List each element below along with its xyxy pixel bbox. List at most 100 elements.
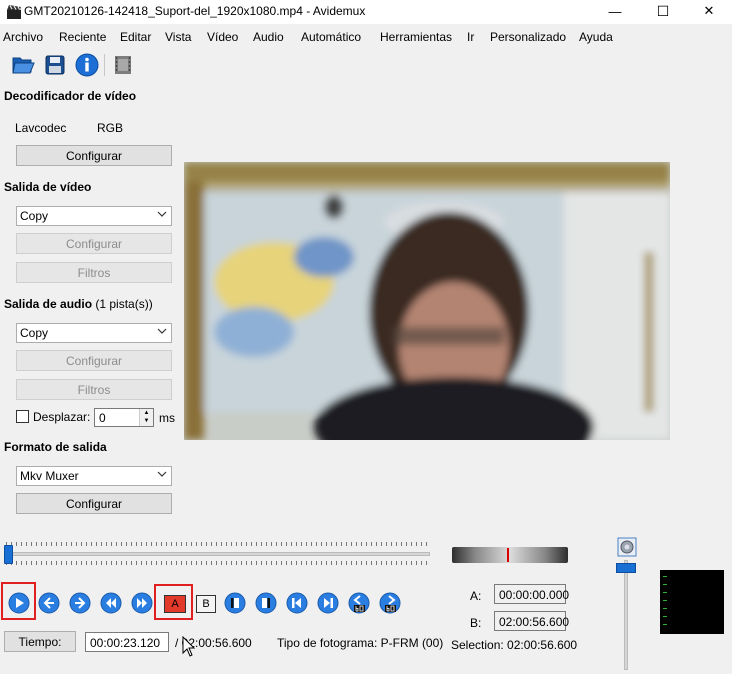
audio-filters-button[interactable]: Filtros [16,379,172,400]
audio-configure-button[interactable]: Configurar [16,350,172,371]
video-output-title: Salida de vídeo [4,180,92,194]
current-time-field[interactable]: 00:00:23.120 [85,632,169,652]
shift-checkbox[interactable] [16,410,29,423]
menu-herramientas[interactable]: Herramientas [380,28,452,44]
audio-codec-select[interactable]: Copy [16,323,172,343]
marker-b-value: 02:00:56.600 [494,611,569,631]
go-to-marker-a-icon [224,592,246,614]
set-marker-b-label: B [202,598,210,610]
window-title: GMT20210126-142418_Suport-del_1920x1080.… [24,4,366,18]
maximize-button[interactable]: ☐ [640,0,686,22]
audio-track-count: (1 pista(s)) [95,297,153,311]
video-configure-button[interactable]: Configurar [16,233,172,254]
jog-shuttle[interactable] [452,547,568,563]
audio-codec-value: Copy [20,326,49,340]
timeline-slider[interactable] [6,552,430,556]
open-folder-icon [12,57,35,74]
video-preview [184,162,670,440]
volume-slider[interactable] [624,560,628,670]
forward-60-icon [379,592,401,614]
fast-forward-button[interactable] [131,592,153,614]
timeline-ticks-bottom [6,561,430,565]
meter-tick [663,600,667,601]
menu-video[interactable]: Vídeo [207,28,238,44]
shift-label: Desplazar: [33,410,91,424]
title-bar: GMT20210126-142418_Suport-del_1920x1080.… [0,0,732,24]
toolbar-separator [104,54,105,76]
previous-keyframe-button[interactable] [286,592,308,614]
minimize-button[interactable]: — [592,0,638,22]
menu-ayuda[interactable]: Ayuda [579,28,613,44]
chevron-down-icon [157,211,167,217]
shift-unit: ms [159,411,175,425]
marker-a-value: 00:00:00.000 [494,584,569,604]
back-60-button[interactable] [348,592,370,614]
chevron-down-icon [157,471,167,477]
menu-vista[interactable]: Vista [165,28,191,44]
save-icon [45,55,65,75]
next-keyframe-button[interactable] [317,592,339,614]
play-highlight-box [1,582,36,620]
next-frame-button[interactable] [69,592,91,614]
audio-level-meter [660,570,724,634]
muxer-configure-button[interactable]: Configurar [16,493,172,514]
menu-archivo[interactable]: Archivo [3,28,43,44]
shift-value: 0 [99,411,106,425]
decoder-codec: Lavcodec [15,121,67,135]
decoder-colorspace: RGB [97,121,124,135]
volume-handle[interactable] [616,563,636,573]
meter-tick [663,616,667,617]
previous-frame-icon [38,592,60,614]
close-button[interactable]: ✕ [686,0,732,22]
menu-editar[interactable]: Editar [120,28,151,44]
muxer-select[interactable]: Mkv Muxer [16,466,172,486]
save-button[interactable] [42,52,68,78]
meter-tick [663,576,667,577]
menu-reciente[interactable]: Reciente [59,28,106,44]
video-codec-select[interactable]: Copy [16,206,172,226]
go-to-marker-b-icon [255,592,277,614]
shift-spinbox[interactable]: 0 ▲ ▼ [94,408,154,427]
marker-a-highlight-box [154,584,193,620]
next-frame-icon [69,592,91,614]
muxer-value: Mkv Muxer [20,469,79,483]
timeline-handle[interactable] [4,545,13,564]
marker-b-label: B: [470,616,482,630]
previous-keyframe-icon [286,592,308,614]
decoder-configure-button[interactable]: Configurar [16,145,172,166]
audio-output-title: Salida de audio (1 pista(s)) [4,297,153,311]
meter-tick [663,624,667,625]
meter-tick [663,608,667,609]
volume-icon[interactable] [617,537,637,557]
rewind-icon [100,592,122,614]
next-keyframe-icon [317,592,339,614]
toolbar [0,48,732,80]
output-format-title: Formato de salida [4,440,107,454]
previous-frame-button[interactable] [38,592,60,614]
video-codec-value: Copy [20,209,49,223]
time-button[interactable]: Tiempo: [4,631,76,652]
audio-output-title-text: Salida de audio [4,297,93,311]
video-properties-button[interactable] [110,52,136,78]
menu-personalizado[interactable]: Personalizado [490,28,566,44]
jog-marker [507,548,509,562]
spin-arrows-icon[interactable]: ▲ ▼ [139,409,153,426]
menu-bar: Archivo Reciente Editar Vista Vídeo Audi… [0,26,732,46]
video-decoder-title: Decodificador de vídeo [4,89,137,103]
forward-60-button[interactable] [379,592,401,614]
rewind-button[interactable] [100,592,122,614]
info-icon [75,53,99,77]
menu-ir[interactable]: Ir [467,28,474,44]
menu-automatico[interactable]: Automático [301,28,361,44]
set-marker-b-button[interactable]: B [196,595,216,613]
meter-tick [663,584,667,585]
info-button[interactable] [74,52,100,78]
fast-forward-icon [131,592,153,614]
go-to-marker-a-button[interactable] [224,592,246,614]
frame-type: Tipo de fotograma: P-FRM (00) [277,636,444,650]
video-filters-button[interactable]: Filtros [16,262,172,283]
open-button[interactable] [10,52,36,78]
meter-tick [663,592,667,593]
menu-audio[interactable]: Audio [253,28,284,44]
go-to-marker-b-button[interactable] [255,592,277,614]
